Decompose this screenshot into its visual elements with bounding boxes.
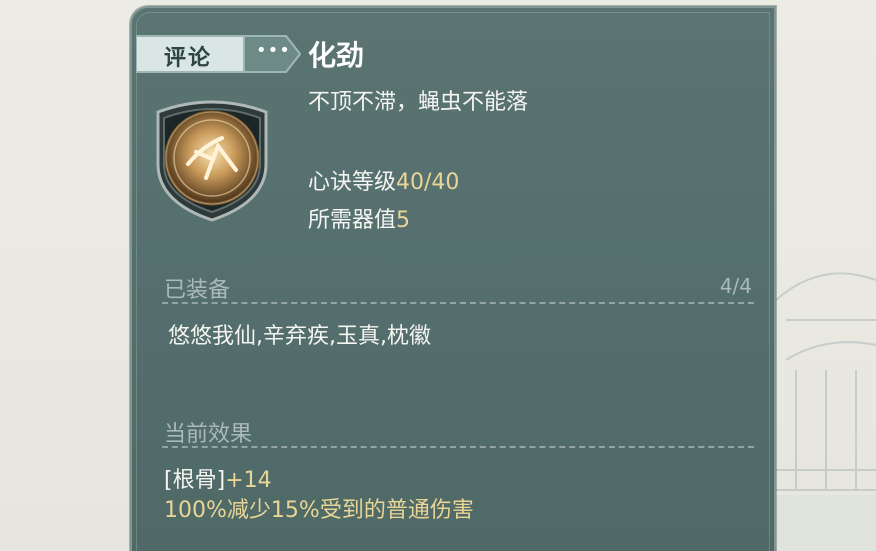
martial-emblem-icon [156, 100, 268, 222]
skill-level-value: 40/40 [396, 170, 460, 195]
more-dots-icon: ••• [256, 40, 291, 61]
equipped-heading: 已装备 [164, 278, 231, 303]
equipped-names: 悠悠我仙,辛弃疾,玉真,枕徽 [168, 324, 431, 349]
skill-level-label: 心诀等级 [308, 170, 397, 195]
effects-heading: 当前效果 [164, 422, 253, 447]
effect-mid-text: 减少 [226, 498, 271, 523]
section-divider [162, 302, 754, 304]
effect-stat-label: [根骨] [164, 468, 226, 493]
required-value-row: 所需器值5 [308, 202, 410, 234]
equipped-count: 4/4 [719, 274, 752, 298]
required-value-label: 所需器值 [308, 208, 397, 233]
effect-pct-2: 15% [270, 498, 320, 523]
effect-stat-line: [根骨]+14 [164, 462, 272, 494]
effect-stat-value: +14 [225, 468, 272, 493]
tag-label: 评论 [164, 45, 213, 71]
section-divider [162, 446, 754, 448]
background-pavilion-illustration [766, 272, 876, 551]
effect-pct-1: 100% [164, 498, 227, 523]
required-value: 5 [396, 208, 411, 233]
skill-title: 化劲 [308, 39, 365, 72]
skill-description: 不顶不滞，蝇虫不能落 [308, 90, 529, 115]
effect-damage-line: 100%减少15%受到的普通伤害 [164, 492, 474, 524]
skill-level-row: 心诀等级40/40 [308, 164, 459, 196]
category-tag[interactable]: 评论 ••• [136, 34, 301, 74]
effect-tail-text: 受到的普通伤害 [319, 498, 474, 523]
